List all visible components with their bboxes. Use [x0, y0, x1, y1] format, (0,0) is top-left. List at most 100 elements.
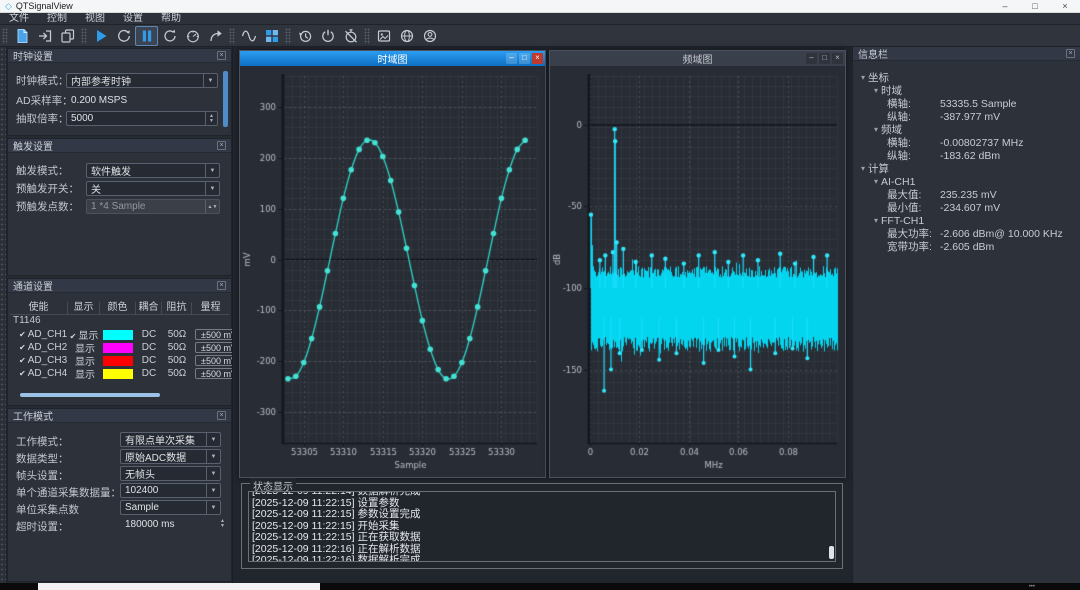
- info-label: 纵轴:: [887, 148, 933, 163]
- channel-color-swatch[interactable]: [100, 343, 136, 353]
- tree-expand-icon[interactable]: ▾: [861, 73, 865, 82]
- workmode-select[interactable]: 102400▼: [120, 483, 221, 498]
- info-tree-node[interactable]: ▾计算: [853, 162, 1080, 175]
- refresh-icon[interactable]: [158, 26, 181, 46]
- taskbar-search-box[interactable]: [38, 583, 320, 590]
- workmode-select[interactable]: 无帧头▼: [120, 466, 221, 481]
- clock-panel-scrollbar[interactable]: [223, 71, 228, 127]
- time-domain-titlebar[interactable]: 时域图 – □ ×: [240, 51, 545, 66]
- menu-control[interactable]: 控制: [38, 13, 76, 25]
- channel-row[interactable]: ✔AD_CH3显示DC50Ω±500 mV: [10, 353, 229, 366]
- pretrigger-switch-select[interactable]: 关▼: [86, 181, 220, 196]
- pause-icon[interactable]: [135, 26, 158, 46]
- minimize-icon[interactable]: –: [506, 53, 517, 64]
- tree-expand-icon[interactable]: ▾: [874, 86, 878, 95]
- import-data-icon[interactable]: [33, 26, 56, 46]
- play-icon[interactable]: [89, 26, 112, 46]
- panel-title: 触发设置: [13, 138, 53, 153]
- freq-domain-titlebar[interactable]: 频域图 – □ ×: [550, 51, 845, 66]
- channel-impedance[interactable]: 50Ω: [162, 342, 192, 353]
- channel-row[interactable]: ✔AD_CH2显示DC50Ω±500 mV: [10, 340, 229, 353]
- spin-arrows-icon[interactable]: ▲▼: [220, 519, 225, 529]
- channel-enable-checkbox[interactable]: ✔AD_CH4: [10, 368, 68, 379]
- new-file-icon[interactable]: [10, 26, 33, 46]
- tree-expand-icon[interactable]: ▾: [861, 164, 865, 173]
- image-export-icon[interactable]: [372, 26, 395, 46]
- layout-grid-icon[interactable]: [260, 26, 283, 46]
- restore-icon[interactable]: □: [1020, 0, 1050, 13]
- channel-impedance[interactable]: 50Ω: [162, 355, 192, 366]
- close-icon[interactable]: ×: [217, 411, 226, 420]
- channel-color-swatch[interactable]: [100, 369, 136, 379]
- menu-view[interactable]: 视图: [76, 13, 114, 25]
- workmode-select[interactable]: 原始ADC数据▼: [120, 449, 221, 464]
- info-value: -0.00802737 MHz: [940, 137, 1023, 149]
- minimize-icon[interactable]: –: [990, 0, 1020, 13]
- channel-row[interactable]: ✔AD_CH4显示DC50Ω±500 mV: [10, 366, 229, 379]
- channel-impedance[interactable]: 50Ω: [162, 329, 192, 340]
- channel-display-checkbox[interactable]: 显示: [68, 366, 100, 381]
- status-log[interactable]: [2025-12-09 11:22:14] 数据解析完成[2025-12-09 …: [248, 491, 836, 562]
- channel-color-swatch[interactable]: [100, 330, 136, 340]
- application-window: ◇ QTSignalView – □ × 文件 控制 视图 设置 帮助: [0, 0, 1080, 590]
- tree-expand-icon[interactable]: ▾: [874, 216, 878, 225]
- pretrigger-points-label: 预触发点数：: [16, 199, 79, 214]
- workmode-select[interactable]: 有限点单次采集▼: [120, 432, 221, 447]
- forward-icon[interactable]: [204, 26, 227, 46]
- restore-icon[interactable]: □: [819, 53, 830, 64]
- trigger-mode-select[interactable]: 软件触发▼: [86, 163, 220, 178]
- menu-settings[interactable]: 设置: [114, 13, 152, 25]
- tree-expand-icon[interactable]: ▾: [874, 177, 878, 186]
- time-domain-chart[interactable]: [240, 66, 545, 477]
- clock-mode-select[interactable]: 内部参考时钟▼: [66, 73, 218, 88]
- network-globe-icon[interactable]: [395, 26, 418, 46]
- freq-domain-chart[interactable]: [550, 66, 845, 477]
- close-icon[interactable]: ×: [1050, 0, 1080, 13]
- channel-enable-checkbox[interactable]: ✔AD_CH2: [10, 342, 68, 353]
- close-icon[interactable]: ×: [217, 51, 226, 60]
- channel-group-row[interactable]: T1146: [10, 315, 229, 327]
- waveform-icon[interactable]: [237, 26, 260, 46]
- dock-handle[interactable]: [0, 47, 7, 583]
- timer-off-icon[interactable]: [339, 26, 362, 46]
- channel-panel-hscrollbar[interactable]: [20, 393, 160, 397]
- workmode-select[interactable]: Sample▼: [120, 500, 221, 515]
- tree-expand-icon[interactable]: ▾: [874, 125, 878, 134]
- gauge-icon[interactable]: [181, 26, 204, 46]
- history-icon[interactable]: [293, 26, 316, 46]
- close-icon[interactable]: ×: [217, 281, 226, 290]
- minimize-icon[interactable]: –: [806, 53, 817, 64]
- freq-domain-window: 频域图 – □ ×: [549, 50, 846, 478]
- close-icon[interactable]: ×: [532, 53, 543, 64]
- workmode-row: 单个通道采集数据量：102400▼: [8, 482, 231, 499]
- toolbar: [0, 25, 1080, 47]
- channel-coupling[interactable]: DC: [136, 368, 162, 379]
- channel-impedance[interactable]: 50Ω: [162, 368, 192, 379]
- close-icon[interactable]: ×: [832, 53, 843, 64]
- power-icon[interactable]: [316, 26, 339, 46]
- info-label: 最小值:: [887, 200, 933, 215]
- close-icon[interactable]: ×: [217, 141, 226, 150]
- channel-coupling[interactable]: DC: [136, 355, 162, 366]
- loop-icon[interactable]: [112, 26, 135, 46]
- menu-help[interactable]: 帮助: [152, 13, 190, 25]
- channel-coupling[interactable]: DC: [136, 342, 162, 353]
- close-icon[interactable]: ×: [1066, 49, 1075, 58]
- menu-file[interactable]: 文件: [0, 13, 38, 25]
- channel-coupling[interactable]: DC: [136, 329, 162, 340]
- channel-row[interactable]: ✔AD_CH1✔显示DC50Ω±500 mV: [10, 327, 229, 340]
- decimation-spinner[interactable]: 5000▲▼: [66, 111, 218, 126]
- taskbar-tray-icons[interactable]: •••: [1029, 584, 1035, 590]
- user-account-icon[interactable]: [418, 26, 441, 46]
- panel-title: 时钟设置: [13, 48, 53, 63]
- log-scrollbar[interactable]: [829, 546, 834, 559]
- info-value-row: 最小值:-234.607 mV: [853, 201, 1080, 214]
- restore-icon[interactable]: □: [519, 53, 530, 64]
- info-label: 宽带功率:: [887, 239, 933, 254]
- workmode-row: 帧头设置：无帧头▼: [8, 465, 231, 482]
- spin-arrows-icon[interactable]: ▲▼: [205, 112, 217, 125]
- channel-enable-checkbox[interactable]: ✔AD_CH1: [10, 329, 68, 340]
- channel-color-swatch[interactable]: [100, 356, 136, 366]
- channel-enable-checkbox[interactable]: ✔AD_CH3: [10, 355, 68, 366]
- sync-pages-icon[interactable]: [56, 26, 79, 46]
